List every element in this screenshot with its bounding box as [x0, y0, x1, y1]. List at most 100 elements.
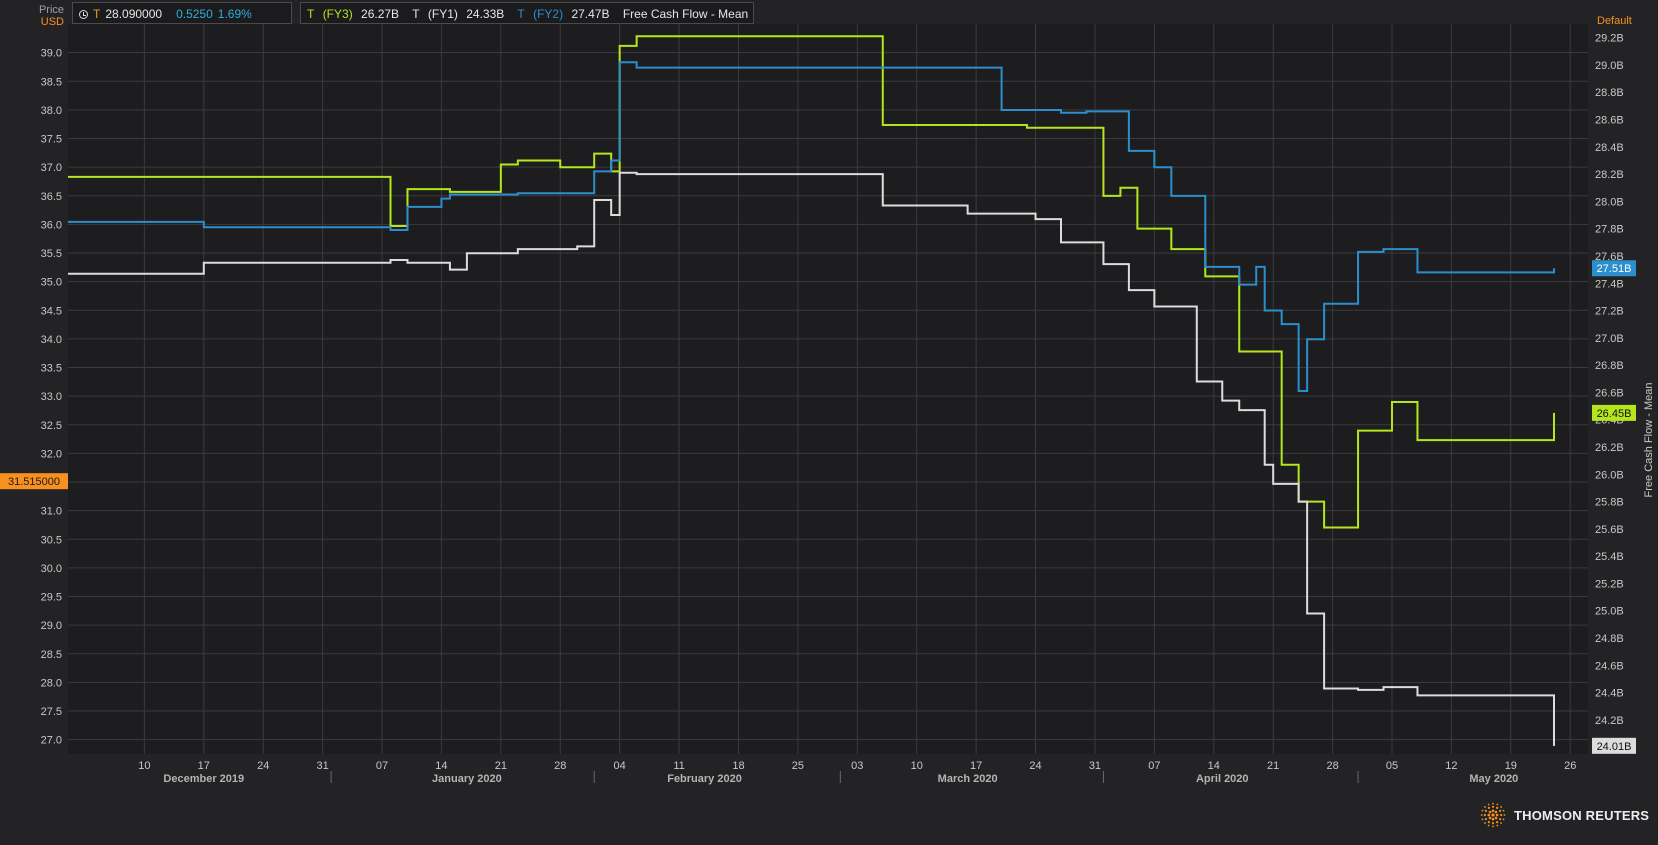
- left-tick-label: 39.0: [41, 48, 62, 60]
- legend-fy2-symbol: T: [517, 7, 525, 21]
- left-tick-label: 34.0: [41, 334, 62, 346]
- left-axis-unit: USD: [41, 16, 64, 28]
- logo-dot: [1496, 821, 1499, 824]
- logo-dot: [1496, 824, 1499, 827]
- left-tick-label: 38.0: [41, 105, 62, 117]
- price-header[interactable]: T 28.090000 0.5250 1.69%: [72, 2, 292, 24]
- logo-dot: [1487, 821, 1490, 824]
- right-tick-label: 28.4B: [1595, 142, 1624, 154]
- x-tick-label: 21: [495, 760, 507, 772]
- logo-dot: [1500, 813, 1503, 817]
- logo-dot: [1483, 813, 1486, 817]
- x-tick-label: 28: [554, 760, 566, 772]
- x-tick-label: 14: [435, 760, 447, 772]
- logo-dot: [1496, 806, 1499, 809]
- month-label: March 2020: [938, 773, 998, 785]
- legend-fy1-value: 24.33B: [466, 7, 505, 21]
- right-tick-label: 26.2B: [1595, 442, 1624, 454]
- left-tick-label: 36.5: [41, 191, 62, 203]
- right-tick-label: 24.6B: [1595, 660, 1624, 672]
- left-tick-label: 28.5: [41, 649, 62, 661]
- right-axis-label: Free Cash Flow - Mean: [1643, 383, 1655, 498]
- left-tick-label: 34.5: [41, 305, 62, 317]
- legend-fy3-symbol: T: [307, 7, 315, 21]
- left-tick-label: 32.5: [41, 420, 62, 432]
- month-label: April 2020: [1196, 773, 1249, 785]
- x-tick-label: 18: [732, 760, 744, 772]
- logo-dot: [1500, 806, 1502, 808]
- right-tick-label: 26.8B: [1595, 360, 1624, 372]
- x-tick-label: 25: [792, 760, 804, 772]
- value-marker-label-fy3: 26.45B: [1597, 408, 1632, 420]
- price-change: 0.5250: [176, 7, 213, 21]
- legend-fy3-period: (FY3): [322, 7, 353, 21]
- x-tick-label: 21: [1267, 760, 1279, 772]
- left-tick-label: 29.5: [41, 592, 62, 604]
- series-legend[interactable]: T (FY3) 26.27B T (FY1) 24.33B T (FY2) 27…: [300, 2, 754, 24]
- logo-dot: [1480, 814, 1483, 816]
- logo-dot: [1487, 806, 1490, 809]
- legend-fy1[interactable]: T (FY1) 24.33B: [412, 7, 509, 21]
- logo-dot: [1488, 816, 1492, 820]
- x-tick-label: 11: [673, 760, 684, 772]
- logo-dot: [1481, 809, 1484, 812]
- left-axis-title: Price: [39, 4, 64, 16]
- right-tick-label: 27.4B: [1595, 278, 1624, 290]
- legend-fy2-value: 27.47B: [571, 7, 610, 21]
- logo-text: THOMSON REUTERS: [1514, 807, 1650, 823]
- left-tick-label: 27.5: [41, 706, 62, 718]
- left-tick-label: 28.0: [41, 677, 62, 689]
- logo-dot: [1484, 806, 1486, 808]
- right-tick-label: 28.2B: [1595, 169, 1624, 181]
- logo-dot: [1481, 818, 1484, 821]
- x-tick-label: 19: [1505, 760, 1517, 772]
- x-tick-label: 17: [198, 760, 210, 772]
- logo-dot: [1484, 818, 1487, 821]
- x-tick-label: 17: [970, 760, 982, 772]
- logo-dot: [1502, 809, 1505, 812]
- logo-dot: [1491, 817, 1495, 821]
- clock-icon[interactable]: [79, 10, 88, 19]
- left-tick-label: 35.0: [41, 277, 62, 289]
- right-tick-label: 25.4B: [1595, 551, 1624, 563]
- left-tick-label: 31.0: [41, 506, 62, 518]
- right-tick-label: 27.8B: [1595, 224, 1624, 236]
- price-symbol: T: [93, 7, 101, 21]
- logo-dot: [1488, 810, 1492, 814]
- right-tick-label: 29.2B: [1595, 33, 1624, 45]
- logo-dot: [1495, 813, 1499, 817]
- legend-fy2-period: (FY2): [533, 7, 564, 21]
- logo-dot: [1502, 818, 1505, 821]
- right-tick-label: 25.6B: [1595, 524, 1624, 536]
- right-tick-label: 27.2B: [1595, 306, 1624, 318]
- month-label: May 2020: [1469, 773, 1518, 785]
- logo-dot: [1491, 809, 1495, 813]
- right-tick-label: 28.8B: [1595, 87, 1624, 99]
- legend-fy2[interactable]: T (FY2) 27.47B: [517, 7, 614, 21]
- logo-dot: [1494, 810, 1498, 814]
- legend-fy1-symbol: T: [412, 7, 420, 21]
- left-tick-label: 33.5: [41, 363, 62, 375]
- right-tick-label: 25.0B: [1595, 606, 1624, 618]
- logo-dot: [1491, 822, 1495, 825]
- left-tick-label: 32.0: [41, 448, 62, 460]
- right-tick-label: 25.2B: [1595, 578, 1624, 590]
- legend-fy3-value: 26.27B: [361, 7, 400, 21]
- left-tick-label: 30.5: [41, 534, 62, 546]
- legend-fy3[interactable]: T (FY3) 26.27B: [307, 7, 404, 21]
- logo-dot: [1487, 813, 1491, 817]
- logo-dot: [1500, 822, 1502, 824]
- right-axis-title: Default: [1597, 15, 1632, 27]
- reuters-logo-icon: [1480, 802, 1506, 828]
- left-tick-label: 36.0: [41, 219, 62, 231]
- right-tick-label: 28.0B: [1595, 196, 1624, 208]
- left-tick-label: 38.5: [41, 76, 62, 88]
- x-tick-label: 05: [1386, 760, 1398, 772]
- right-tick-label: 24.8B: [1595, 633, 1624, 645]
- x-tick-label: 10: [138, 760, 150, 772]
- logo-dot: [1492, 802, 1494, 805]
- logo-dot: [1491, 805, 1495, 808]
- right-tick-label: 26.6B: [1595, 387, 1624, 399]
- legend-fy1-period: (FY1): [427, 7, 458, 21]
- logo-dot: [1484, 809, 1487, 812]
